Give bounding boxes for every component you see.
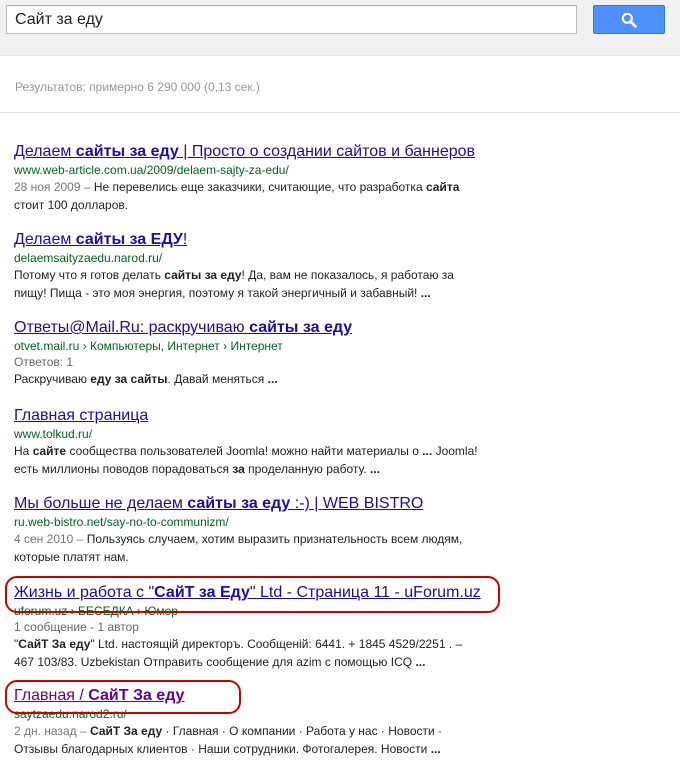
result-snippet-line: 467 103/83. Uzbekistan Отправить сообщен… [14, 653, 534, 671]
result-date: 2 дн. назад – [14, 724, 90, 738]
result-url: delaemsaityzaedu.narod.ru/ [14, 251, 163, 265]
result-snippet-line: пищу! Пища - это моя энергия, поэтому я … [14, 284, 534, 302]
result-title-link[interactable]: Главная страница [14, 407, 534, 425]
text-segment: Пользуясь случаем, хотим выразить призна… [86, 532, 463, 546]
text-segment: ... [420, 286, 431, 300]
search-result: Мы больше не делаем сайты за еду :-) | W… [14, 495, 534, 566]
result-snippet-line: Отзывы благодарных клиентов · Наши сотру… [14, 740, 534, 758]
search-result: Жизнь и работа с "СайТ за Еду" Ltd - Стр… [14, 584, 534, 671]
text-segment: " Ltd. настоящій директоръ. Сообщеній: 6… [90, 637, 463, 651]
text-segment: Главная страница [14, 407, 149, 424]
text-segment: ... [430, 742, 441, 756]
text-segment: сообщества пользователей Joomla! можно н… [66, 444, 423, 458]
text-segment: СайТ за Еду [154, 584, 250, 601]
text-segment: есть миллионы поводов порадоваться [14, 462, 233, 476]
text-segment: Не перевелись еще заказчики, считающие, … [93, 180, 426, 194]
search-button[interactable] [593, 5, 665, 34]
results-stats: Результатов: примерно 6 290 000 (0,13 се… [15, 80, 260, 94]
text-segment: Потому что я готов делать [14, 268, 165, 282]
text-segment: проделанную работу. [244, 462, 370, 476]
result-snippet-line: Потому что я готов делать сайты за еду! … [14, 266, 534, 284]
text-segment: 467 103/83. Uzbekistan Отправить сообщен… [14, 655, 416, 669]
result-date: 4 сен 2010 – [14, 532, 87, 546]
text-segment: еду за сайты [90, 372, 168, 386]
result-snippet-line: 28 ноя 2009 – Не перевелись еще заказчик… [14, 178, 534, 196]
result-url: saytzaedu.narod2.ru/ [14, 707, 127, 721]
search-input[interactable] [6, 5, 577, 34]
text-segment: сайты за ЕДУ [75, 231, 183, 248]
text-segment: Отзывы благодарных клиентов · Наши сотру… [14, 742, 431, 756]
result-snippet-line: "СайТ За еду" Ltd. настоящій директоръ. … [14, 635, 534, 653]
text-segment: ... [267, 372, 278, 386]
text-segment: Жизнь и работа с " [14, 584, 155, 601]
text-segment: которые платят нам. [14, 550, 129, 564]
result-title-link[interactable]: Ответы@Mail.Ru: раскручиваю сайты за еду [14, 319, 534, 337]
text-segment: · Главная · О компании · Работа у нас · … [162, 724, 443, 738]
result-url: www.tolkud.ru/ [14, 427, 93, 441]
result-meta: 1 сообщение - 1 автор [14, 620, 139, 634]
result-url: otvet.mail.ru › Компьютеры, Интернет › И… [14, 339, 283, 353]
result-snippet-line: 4 сен 2010 – Пользуясь случаем, хотим вы… [14, 530, 534, 548]
divider [0, 112, 680, 113]
result-snippet-line: 2 дн. назад – СайТ За еду · Главная · О … [14, 722, 534, 740]
search-result: Делаем сайты за ЕДУ! delaemsaityzaedu.nar… [14, 231, 534, 302]
result-title-link[interactable]: Главная / СайТ За еду [14, 687, 534, 705]
result-url: ru.web-bistro.net/say-no-to-communizm/ [14, 515, 229, 529]
text-segment: ... [369, 462, 380, 476]
result-url: uforum.uz › БЕСЕДКА › Юмор [14, 604, 178, 618]
result-title-link[interactable]: Делаем сайты за еду | Просто о создании … [14, 143, 534, 161]
text-segment: На [14, 444, 33, 458]
text-segment: сайты за еду [164, 268, 242, 282]
text-segment: Ответы@Mail.Ru: раскручиваю [14, 319, 250, 336]
text-segment: ... [415, 655, 426, 669]
text-segment: СайТ За еду [88, 687, 185, 704]
search-result: Главная страница www.tolkud.ru/На сайте с… [14, 407, 534, 478]
result-snippet-line: стоит 100 долларов. [14, 196, 534, 214]
text-segment: " Ltd - Страница 11 - uForum.uz [249, 584, 481, 601]
result-title-link[interactable]: Мы больше не делаем сайты за еду :-) | W… [14, 495, 534, 513]
text-segment: сайта [425, 180, 460, 194]
search-icon [621, 12, 637, 28]
result-snippet-line: которые платят нам. [14, 548, 534, 566]
text-segment: ... [422, 444, 433, 458]
result-url: www.web-article.com.ua/2009/delaem-sajty… [14, 163, 289, 177]
result-snippet-line: На сайте сообщества пользователей Joomla… [14, 442, 534, 460]
text-segment: пищу! Пища - это моя энергия, поэтому я … [14, 286, 421, 300]
text-segment: сайте [32, 444, 67, 458]
text-segment: Делаем [14, 231, 76, 248]
text-segment: | Просто о создании сайтов и баннеров [178, 143, 476, 160]
result-snippet-line: Раскручиваю еду за сайты. Давай меняться… [14, 370, 534, 388]
search-result: Ответы@Mail.Ru: раскручиваю сайты за еду… [14, 319, 534, 388]
search-result: Главная / СайТ За еду saytzaedu.narod2.ru… [14, 687, 534, 758]
search-header-bar [0, 0, 680, 56]
result-title-link[interactable]: Жизнь и работа с "СайТ за Еду" Ltd - Стр… [14, 584, 534, 602]
text-segment: Делаем [14, 143, 76, 160]
text-segment: за [232, 462, 245, 476]
text-segment: сайты за еду [249, 319, 353, 336]
search-result: Делаем сайты за еду | Просто о создании … [14, 143, 534, 214]
text-segment: сайты за еду [75, 143, 179, 160]
result-title-link[interactable]: Делаем сайты за ЕДУ! [14, 231, 534, 249]
text-segment: Раскручиваю [14, 372, 91, 386]
result-meta: Ответов: 1 [14, 355, 74, 369]
text-segment: Joomla! [432, 444, 478, 458]
text-segment: сайты за еду [187, 495, 291, 512]
text-segment: ! [182, 231, 188, 248]
text-segment: :-) | WEB BISTRO [290, 495, 424, 512]
text-segment: . Давай меняться [167, 372, 268, 386]
text-segment: стоит 100 долларов. [14, 198, 129, 212]
text-segment: Мы больше не делаем [14, 495, 188, 512]
text-segment: СайТ За еду [18, 637, 91, 651]
result-date: 28 ноя 2009 – [14, 180, 94, 194]
text-segment: ! Да, вам не показалось, я работаю за [241, 268, 454, 282]
text-segment: СайТ За еду [90, 724, 163, 738]
result-snippet-line: есть миллионы поводов порадоваться за пр… [14, 460, 534, 478]
text-segment: Главная / [14, 687, 89, 704]
